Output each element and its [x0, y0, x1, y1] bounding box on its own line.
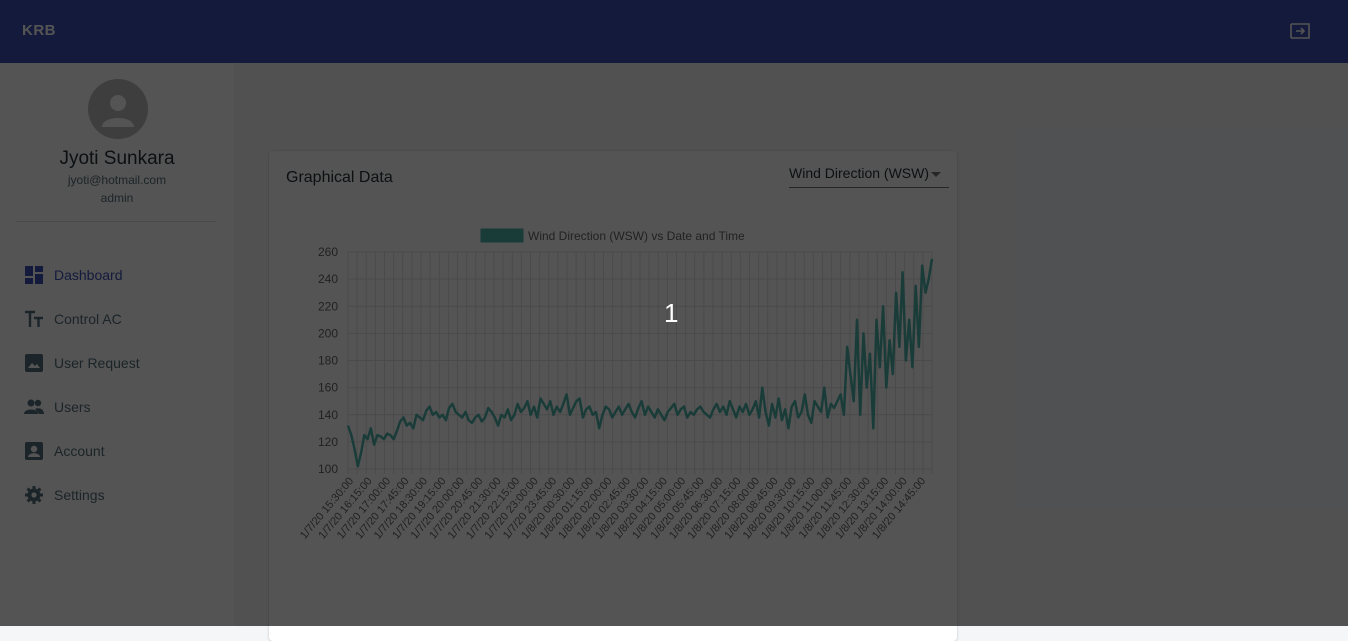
account-box-icon [25, 442, 43, 460]
sidebar-item-label: Dashboard [54, 267, 123, 283]
dashboard-icon [25, 266, 43, 284]
y-tick-label: 180 [318, 354, 338, 368]
user-role: admin [100, 191, 134, 205]
sidebar-item-settings[interactable]: Settings [14, 473, 220, 517]
y-tick-label: 140 [318, 408, 338, 422]
sidebar-item-account[interactable]: Account [14, 429, 220, 473]
image-icon [25, 354, 43, 372]
y-tick-label: 200 [318, 326, 338, 340]
y-tick-label: 120 [318, 435, 338, 449]
top-app-bar: KRB [0, 0, 1348, 63]
card-title: Graphical Data [286, 169, 393, 186]
y-tick-label: 160 [318, 381, 338, 395]
legend-swatch [480, 228, 524, 243]
text-fields-icon [25, 310, 43, 327]
y-tick-label: 100 [318, 462, 338, 476]
sidebar-item-label: Users [54, 399, 91, 415]
sidebar-item-users[interactable]: Users [14, 385, 220, 429]
sidebar: Jyoti Sunkara jyoti@hotmail.com admin Da… [0, 63, 234, 626]
sidebar-item-label: User Request [54, 355, 140, 371]
y-tick-label: 260 [318, 245, 338, 259]
sidebar-item-label: Control AC [54, 311, 122, 327]
metric-select[interactable]: Wind Direction (WSW) [789, 163, 949, 188]
sidebar-item-user-request[interactable]: User Request [14, 341, 220, 385]
user-email: jyoti@hotmail.com [67, 173, 167, 187]
y-tick-label: 240 [318, 272, 338, 286]
brand-logo[interactable]: KRB [22, 22, 56, 39]
avatar[interactable] [88, 79, 148, 139]
logout-icon[interactable] [1288, 19, 1312, 43]
sidebar-item-control-ac[interactable]: Control AC [14, 297, 220, 341]
y-tick-label: 220 [318, 299, 338, 313]
sidebar-item-label: Settings [54, 487, 105, 503]
divider [16, 221, 216, 222]
legend-label: Wind Direction (WSW) vs Date and Time [528, 229, 745, 243]
person-icon [102, 95, 134, 127]
settings-icon [25, 486, 43, 504]
sidebar-item-label: Account [54, 443, 105, 459]
user-name: Jyoti Sunkara [59, 148, 175, 169]
people-icon [24, 399, 44, 414]
metric-select-value: Wind Direction (WSW) [789, 165, 930, 181]
sidebar-nav: Dashboard Control AC User Request Users [14, 253, 220, 517]
chevron-down-icon [931, 172, 941, 177]
wind-direction-chart: 1001201401601802002202402601/7/20 15:30:… [298, 228, 934, 542]
sidebar-item-dashboard[interactable]: Dashboard [14, 253, 220, 297]
